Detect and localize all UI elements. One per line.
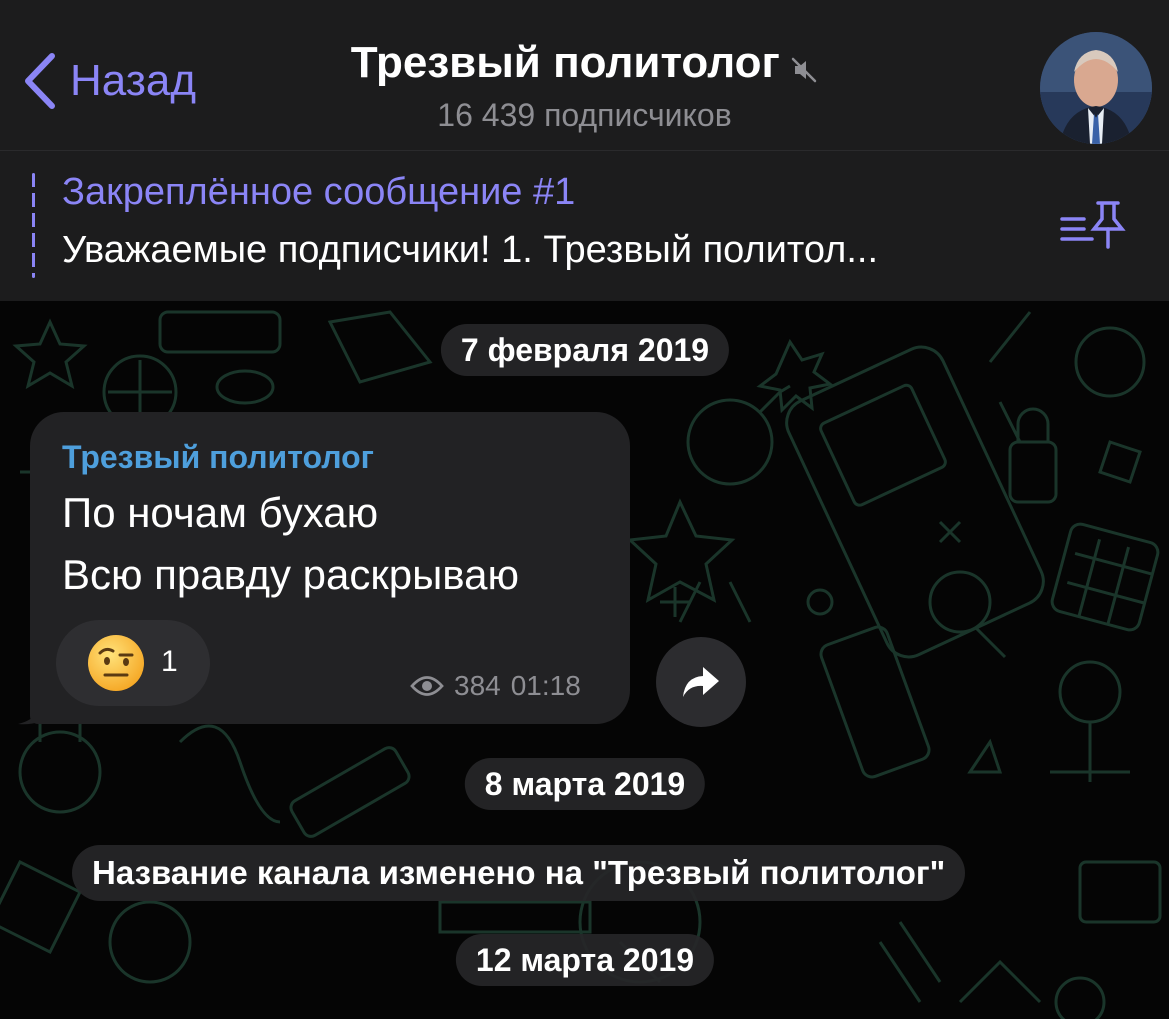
pinned-title: Закреплённое сообщение #1 bbox=[62, 171, 576, 213]
mute-icon bbox=[791, 57, 817, 83]
message-bubble[interactable]: Трезвый политолог По ночам бухаю Всю пра… bbox=[30, 412, 630, 724]
channel-title: Трезвый политолог bbox=[350, 38, 780, 87]
service-message: Название канала изменено на "Трезвый пол… bbox=[72, 845, 966, 901]
chat-header: Назад Трезвый политолог 16 439 подписчик… bbox=[0, 0, 1169, 151]
avatar-image bbox=[1040, 32, 1152, 144]
message-author: Трезвый политолог bbox=[62, 439, 374, 475]
pinned-text: Уважаемые подписчики! 1. Трезвый политол… bbox=[62, 229, 878, 271]
avatar[interactable] bbox=[1040, 32, 1152, 144]
pin-list-icon bbox=[1060, 201, 1126, 249]
pin-list-button[interactable] bbox=[1058, 197, 1126, 258]
pinned-message-bar[interactable]: Закреплённое сообщение #1 Уважаемые подп… bbox=[0, 151, 1169, 301]
emoji-raised-eyebrow-icon bbox=[88, 635, 144, 691]
date-separator: 12 марта 2019 bbox=[455, 934, 715, 986]
date-separator: 8 марта 2019 bbox=[464, 758, 706, 810]
message-text-line: Всю правду раскрываю bbox=[62, 551, 519, 598]
message-text-line: По ночам бухаю bbox=[62, 489, 379, 536]
share-icon bbox=[683, 667, 719, 697]
view-count: 384 bbox=[454, 670, 501, 701]
subscriber-count: 16 439 подписчиков bbox=[437, 97, 732, 133]
telegram-channel-screen: Назад Трезвый политолог 16 439 подписчик… bbox=[0, 0, 1169, 1019]
message-time: 01:18 bbox=[510, 670, 581, 701]
title-block[interactable]: Трезвый политолог 16 439 подписчиков bbox=[0, 36, 1169, 134]
eye-icon bbox=[410, 676, 444, 696]
reaction-count: 1 bbox=[161, 645, 178, 678]
share-button[interactable] bbox=[656, 637, 746, 727]
pin-indicator bbox=[32, 173, 35, 278]
message-meta: 384 01:18 bbox=[410, 670, 581, 702]
date-separator: 7 февраля 2019 bbox=[440, 324, 730, 376]
reaction-chip[interactable]: 1 bbox=[56, 620, 210, 706]
